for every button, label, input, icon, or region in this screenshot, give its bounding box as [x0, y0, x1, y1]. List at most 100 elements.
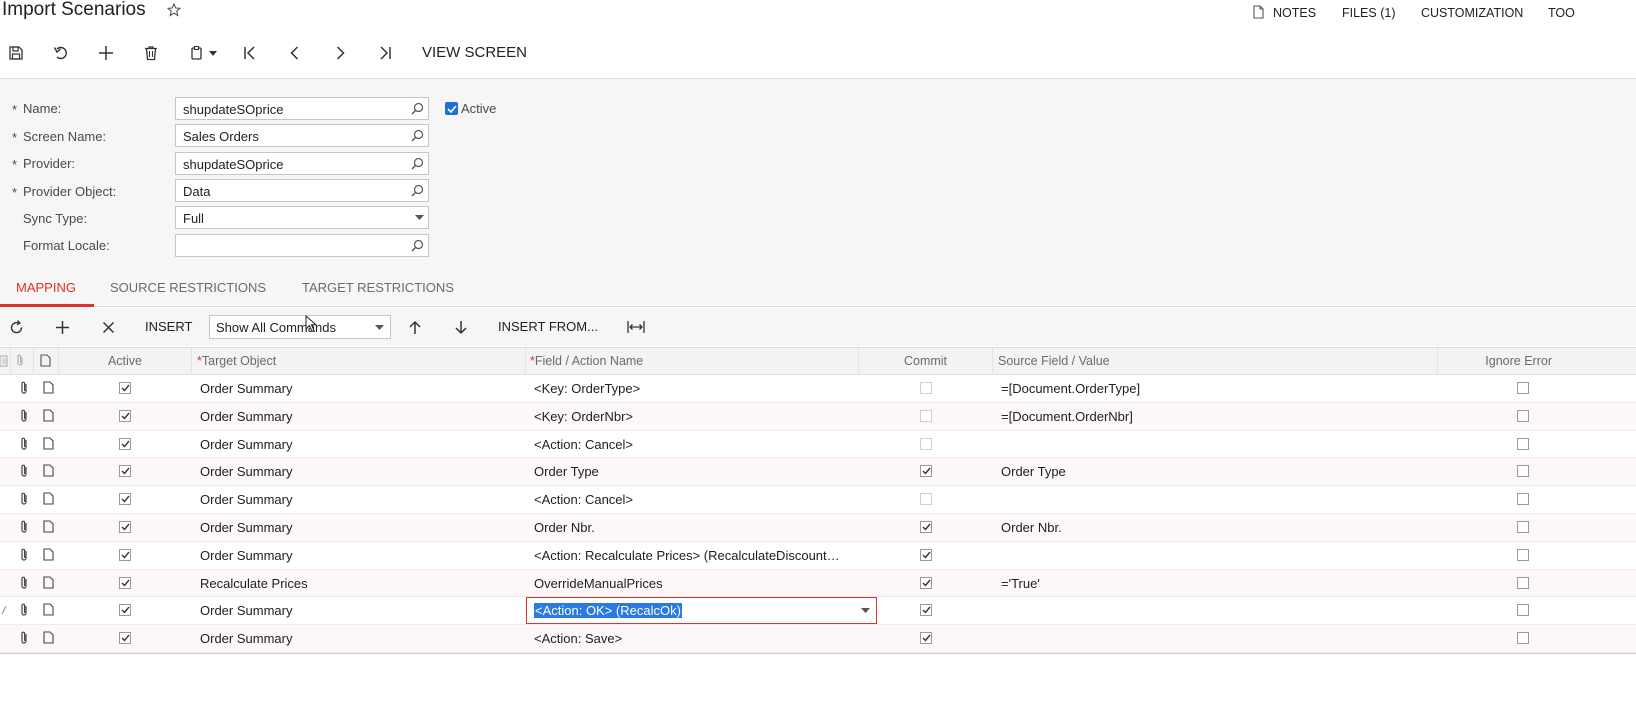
field-action-cell[interactable]: <Action: Save> [534, 625, 852, 652]
attachment-icon[interactable] [19, 576, 29, 590]
attachment-icon[interactable] [19, 492, 29, 506]
target-object-cell[interactable]: Order Summary [200, 375, 520, 402]
target-object-cell[interactable]: Order Summary [200, 431, 520, 458]
insert-from-button[interactable]: INSERT FROM... [498, 319, 598, 334]
undo-icon[interactable] [50, 42, 72, 64]
search-icon[interactable] [411, 157, 424, 170]
col-header-ignore-error[interactable]: Ignore Error [1438, 348, 1636, 375]
fit-columns-icon[interactable] [626, 317, 646, 337]
commit-checkbox[interactable] [920, 409, 932, 422]
active-checkbox[interactable] [119, 409, 131, 422]
chevron-down-icon[interactable] [375, 325, 384, 330]
attachment-icon[interactable] [19, 409, 29, 423]
target-object-cell[interactable]: Order Summary [200, 458, 520, 485]
view-screen-button[interactable]: VIEW SCREEN [422, 44, 527, 61]
source-field-cell[interactable] [1001, 597, 1431, 624]
tools-link[interactable]: TOO [1548, 6, 1575, 20]
search-icon[interactable] [411, 129, 424, 142]
commit-checkbox[interactable] [920, 465, 932, 478]
tab-target-restrictions[interactable]: TARGET RESTRICTIONS [302, 280, 454, 295]
source-field-cell[interactable]: =[Document.OrderNbr] [1001, 403, 1431, 430]
commit-checkbox[interactable] [920, 604, 932, 617]
table-row[interactable]: Order Summary <Action: Cancel> [0, 486, 1636, 514]
search-icon[interactable] [411, 102, 424, 115]
source-field-cell[interactable]: =[Document.OrderType] [1001, 375, 1431, 402]
ignore-error-checkbox[interactable] [1517, 493, 1529, 506]
target-object-cell[interactable]: Order Summary [200, 403, 520, 430]
source-field-cell[interactable]: Order Type [1001, 458, 1431, 485]
format-locale-field[interactable] [175, 234, 429, 257]
commit-checkbox[interactable] [920, 632, 932, 645]
source-field-cell[interactable] [1001, 625, 1431, 652]
attachment-icon[interactable] [19, 520, 29, 534]
table-row[interactable]: Order Summary <Key: OrderType> =[Document.… [0, 375, 1636, 403]
favorite-star-icon[interactable] [167, 3, 181, 17]
notes-icon[interactable] [1253, 5, 1264, 19]
active-checkbox[interactable] [119, 465, 131, 478]
col-header-field-action[interactable]: *Field / Action Name [526, 348, 859, 375]
note-icon[interactable] [43, 631, 54, 644]
commands-filter-select[interactable]: Show All Commands [209, 315, 391, 339]
field-action-selected-text[interactable]: <Action: OK> (RecalcOk) [534, 603, 682, 619]
screen-name-field[interactable]: Sales Orders [175, 124, 429, 147]
commit-checkbox[interactable] [920, 520, 932, 533]
active-checkbox[interactable] [119, 520, 131, 533]
tab-mapping[interactable]: MAPPING [16, 280, 76, 295]
active-checkbox[interactable] [119, 437, 131, 450]
table-row[interactable]: Order Summary <Key: OrderNbr> =[Document.O… [0, 402, 1636, 431]
last-record-icon[interactable] [374, 42, 396, 64]
name-field[interactable]: shupdateSOprice [175, 97, 429, 120]
attachment-icon[interactable] [19, 464, 29, 478]
notes-link[interactable]: NOTES [1273, 6, 1316, 20]
provider-field[interactable]: shupdateSOprice [175, 152, 429, 175]
ignore-error-checkbox[interactable] [1517, 520, 1529, 533]
col-header-target-object[interactable]: *Target Object [192, 348, 526, 375]
active-checkbox[interactable] [119, 493, 131, 506]
chevron-down-icon[interactable] [415, 215, 424, 220]
note-icon[interactable] [43, 381, 54, 394]
commit-checkbox[interactable] [920, 437, 932, 450]
note-icon[interactable] [43, 437, 54, 450]
delete-row-icon[interactable] [98, 317, 118, 337]
search-icon[interactable] [411, 239, 424, 252]
table-row[interactable]: Order Summary Order Nbr. Order Nbr. [0, 513, 1636, 542]
ignore-error-checkbox[interactable] [1517, 632, 1529, 645]
table-row[interactable]: Order Summary <Action: Save> [0, 625, 1636, 653]
active-checkbox[interactable] [119, 382, 131, 394]
files-link[interactable]: FILES (1) [1342, 6, 1396, 20]
field-action-cell[interactable]: <Action: Recalculate Prices> (Recalculat… [534, 542, 852, 569]
target-object-cell[interactable]: Order Summary [200, 514, 520, 541]
note-icon[interactable] [43, 464, 54, 477]
attachment-icon[interactable] [19, 548, 29, 562]
ignore-error-checkbox[interactable] [1517, 409, 1529, 422]
note-icon[interactable] [43, 548, 54, 561]
attachment-icon[interactable] [19, 437, 29, 451]
active-checkbox[interactable] [119, 576, 131, 589]
note-icon[interactable] [43, 492, 54, 505]
delete-icon[interactable] [140, 42, 162, 64]
attachment-icon[interactable] [19, 631, 29, 645]
note-icon[interactable] [43, 409, 54, 422]
table-row[interactable]: Order Summary <Action: Cancel> [0, 431, 1636, 459]
source-field-cell[interactable] [1001, 486, 1431, 513]
commit-checkbox[interactable] [920, 382, 932, 394]
active-checkbox[interactable] [119, 604, 131, 617]
chevron-down-icon[interactable] [861, 608, 870, 614]
checkbox-checked-icon[interactable] [445, 102, 458, 115]
active-checkbox[interactable]: Active [445, 101, 496, 116]
move-down-icon[interactable] [451, 317, 471, 337]
table-row[interactable]: Order Summary <Action: Recalculate Prices… [0, 542, 1636, 570]
target-object-cell[interactable]: Order Summary [200, 625, 520, 652]
save-icon[interactable] [5, 42, 27, 64]
provider-object-field[interactable]: Data [175, 179, 429, 202]
source-field-cell[interactable]: ='True' [1001, 570, 1431, 597]
copy-paste-dropdown-icon[interactable] [206, 42, 220, 64]
field-action-cell[interactable]: <Action: Cancel> [534, 486, 852, 513]
col-header-active[interactable]: Active [59, 348, 192, 375]
note-icon[interactable] [43, 603, 54, 616]
attachment-icon[interactable] [19, 603, 29, 617]
ignore-error-checkbox[interactable] [1517, 382, 1529, 394]
first-record-icon[interactable] [239, 42, 261, 64]
active-checkbox[interactable] [119, 548, 131, 561]
previous-icon[interactable] [284, 42, 306, 64]
